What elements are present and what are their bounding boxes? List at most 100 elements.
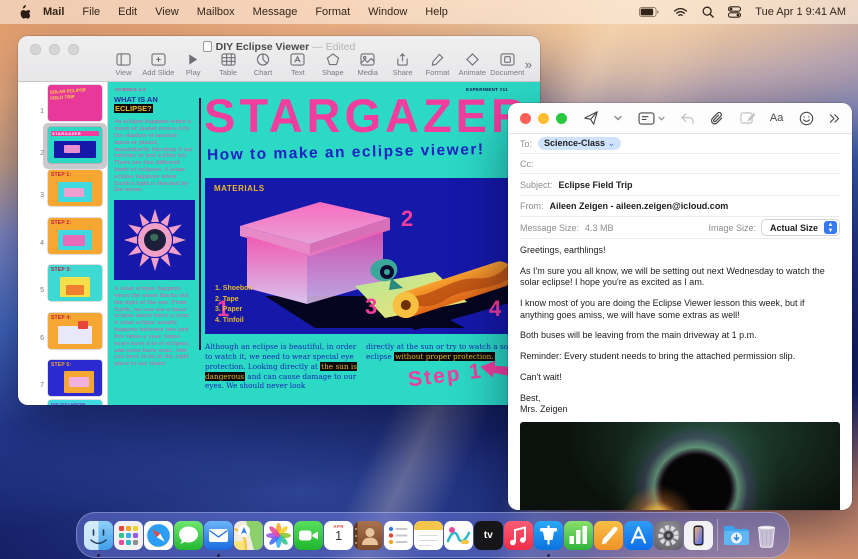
dock-icon-freeform[interactable] (444, 521, 473, 550)
format-text-icon[interactable]: Aa (770, 112, 783, 124)
dock-icon-tv[interactable]: tv (474, 521, 503, 550)
dock-icon-finder[interactable] (84, 521, 113, 550)
materials-list: 1. Shoebox 2. Tape 3. Paper 4. Tinfoil (215, 284, 252, 326)
dock-icon-app-store[interactable] (624, 521, 653, 550)
slide-thumbnail-1[interactable]: SOLAR ECLIPSE FIELD TRIP (48, 85, 102, 121)
battery-icon[interactable] (639, 7, 659, 17)
slide-canvas[interactable]: SCIENCE 4.2 EXPERIMENT #11 WHAT IS ANECL… (108, 82, 540, 405)
share-button[interactable]: Share (385, 53, 420, 77)
menu-item-help[interactable]: Help (416, 6, 457, 18)
minimize-button[interactable] (538, 113, 549, 124)
shape-button[interactable]: Shape (315, 53, 350, 77)
chart-button[interactable]: Chart (246, 53, 281, 77)
dock-icon-calendar[interactable]: APR1 (324, 521, 353, 550)
to-field[interactable]: To: Science-Class ⌄ (520, 134, 840, 154)
image-size-dropdown[interactable]: Actual Size ▲▼ (761, 219, 840, 236)
send-options-chevron-icon[interactable] (614, 115, 622, 121)
document-button[interactable]: Document (490, 53, 525, 77)
dock-icon-messages[interactable] (174, 521, 203, 550)
menu-item-format[interactable]: Format (306, 6, 359, 18)
dock-icon-contacts[interactable] (354, 521, 383, 550)
dock-icon-system-settings[interactable] (654, 521, 683, 550)
menu-item-mailbox[interactable]: Mailbox (188, 6, 244, 18)
dock-icon-safari[interactable] (144, 521, 173, 550)
email-body[interactable]: Greetings, earthlings! As I'm sure you a… (508, 239, 852, 510)
dock-icon-launchpad[interactable] (114, 521, 143, 550)
from-field[interactable]: From: Aileen Zeigen - aileen.zeigen@iclo… (520, 196, 840, 217)
format-button[interactable]: Format (420, 53, 455, 77)
menu-item-file[interactable]: File (73, 6, 109, 18)
emoji-icon[interactable] (799, 111, 814, 126)
slide-thumbnail-4[interactable]: STEP 2: (48, 218, 102, 254)
slide-thumbnail-2[interactable]: STARGAZER (48, 127, 102, 163)
slide-kicker-left: SCIENCE 4.2 (115, 87, 146, 92)
dock-icon-iphone-mirroring[interactable] (684, 521, 713, 550)
menu-bar: Mail File Edit View Mailbox Message Form… (0, 0, 858, 24)
text-button[interactable]: Text (280, 53, 315, 77)
poster-subtitle: How to make an eclipse viewer! (207, 141, 485, 165)
dock: APR1 tv (76, 512, 790, 558)
slide-thumbnail-3[interactable]: STEP 1: (48, 170, 102, 206)
cc-field[interactable]: Cc: (520, 154, 840, 174)
sun-illustration (114, 200, 195, 280)
menu-item-window[interactable]: Window (359, 6, 416, 18)
animate-button[interactable]: Animate (455, 53, 490, 77)
dock-icon-mail[interactable] (204, 521, 233, 550)
media-button[interactable]: Media (350, 53, 385, 77)
search-icon[interactable] (702, 6, 714, 18)
play-button[interactable]: Play (176, 53, 211, 77)
slide-thumbnail-8[interactable]: DID YOU KNOW (48, 400, 102, 405)
running-indicator (97, 554, 100, 557)
body-paragraph: As I'm sure you all know, we will be set… (520, 266, 840, 289)
body-paragraph: Both buses will be leaving from the main… (520, 330, 840, 342)
body-paragraph: Can't wait! (520, 372, 840, 384)
dock-icon-downloads[interactable] (722, 521, 751, 550)
slide-navigator: 1 SOLAR ECLIPSE FIELD TRIP 2 STARGAZER 3… (18, 82, 108, 405)
menu-item-mail[interactable]: Mail (34, 6, 73, 18)
dock-separator (713, 519, 722, 551)
dock-icon-keynote[interactable] (534, 521, 563, 550)
size-row: Message Size: 4.3 MB Image Size: Actual … (520, 217, 840, 239)
menu-item-message[interactable]: Message (244, 6, 307, 18)
dock-icon-facetime[interactable] (294, 521, 323, 550)
menu-item-view[interactable]: View (146, 6, 188, 18)
running-indicator (547, 554, 550, 557)
body-paragraph: Greetings, earthlings! (520, 245, 840, 257)
dock-icon-maps[interactable] (234, 521, 263, 550)
column-divider (199, 98, 201, 350)
close-button[interactable] (520, 113, 531, 124)
recipient-token[interactable]: Science-Class ⌄ (538, 137, 621, 150)
slide-thumbnail-5[interactable]: STEP 3: (48, 265, 102, 301)
poster-title: STARGAZER (204, 88, 540, 143)
add-slide-button[interactable]: Add Slide (141, 53, 176, 77)
header-fields-icon[interactable] (638, 112, 665, 125)
message-size-value: 4.3 MB (585, 223, 614, 233)
dock-icon-pages[interactable] (594, 521, 623, 550)
table-button[interactable]: Table (211, 53, 246, 77)
menu-item-edit[interactable]: Edit (109, 6, 146, 18)
dock-icon-photos[interactable] (264, 521, 293, 550)
menu-bar-clock[interactable]: Tue Apr 1 9:41 AM (755, 6, 846, 18)
control-center-icon[interactable] (728, 6, 741, 18)
view-button[interactable]: View (106, 53, 141, 77)
attach-icon[interactable] (710, 111, 724, 126)
send-icon[interactable] (583, 110, 599, 126)
subject-field[interactable]: Subject: Eclipse Field Trip (520, 174, 840, 196)
dock-icon-trash[interactable] (752, 521, 781, 550)
materials-box: MATERIALS (205, 178, 527, 334)
toolbar-overflow-icon[interactable] (829, 114, 840, 123)
stepper-icon: ▲▼ (824, 221, 837, 234)
toolbar-overflow-icon[interactable]: » (525, 53, 532, 72)
mail-compose-window: Aa To: Science-Class ⌄ Cc: Subject: Ecli… (508, 103, 852, 510)
apple-menu-icon[interactable] (12, 5, 34, 20)
slide-thumbnail-7[interactable]: STEP 5: (48, 360, 102, 396)
wifi-icon[interactable] (673, 7, 688, 18)
dock-icon-numbers[interactable] (564, 521, 593, 550)
eclipse-attachment-image[interactable] (520, 422, 840, 510)
slide-left-column: WHAT IS ANECLIPSE? An eclipse happens wh… (114, 96, 195, 368)
dock-icon-notes[interactable] (414, 521, 443, 550)
dock-icon-music[interactable] (504, 521, 533, 550)
zoom-button[interactable] (556, 113, 567, 124)
slide-thumbnail-6[interactable]: STEP 4: (48, 313, 102, 349)
dock-icon-reminders[interactable] (384, 521, 413, 550)
